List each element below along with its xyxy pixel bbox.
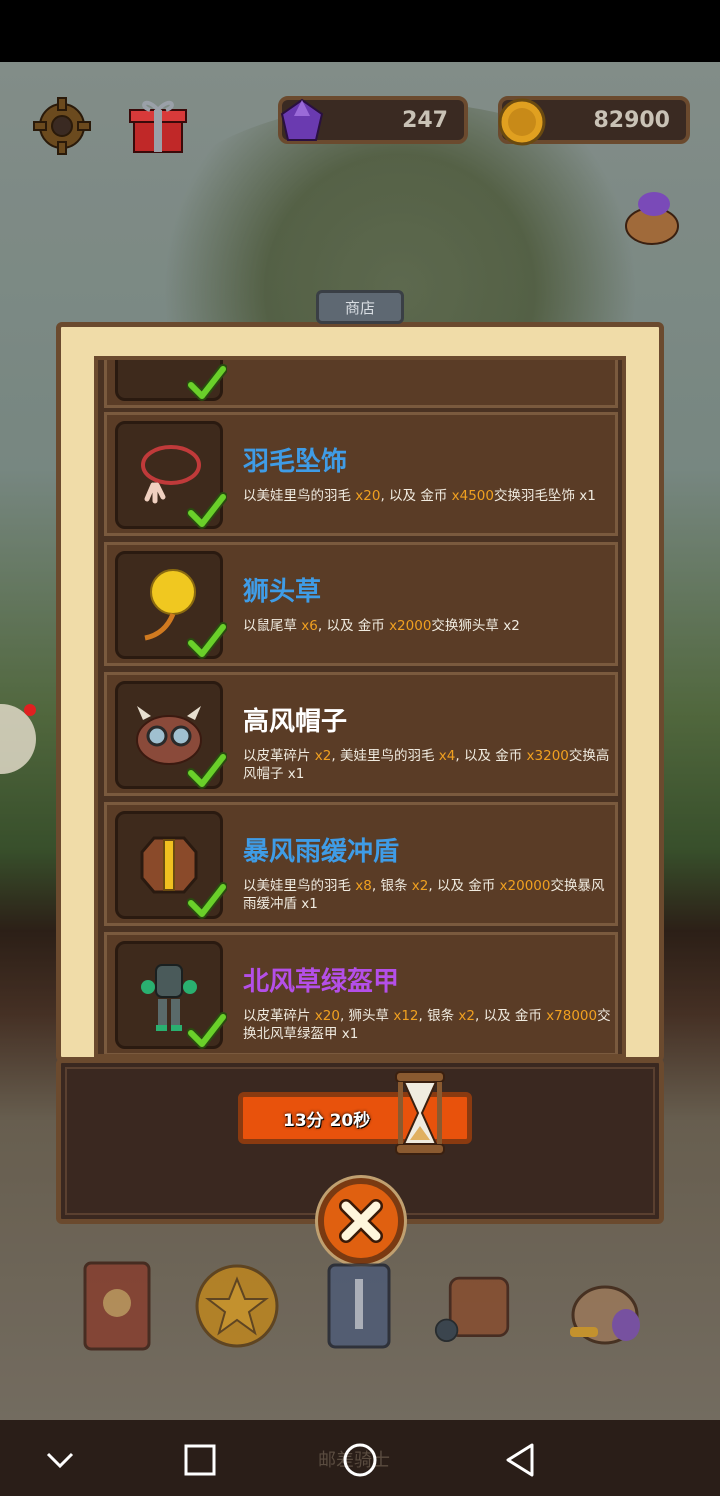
notification-dot	[24, 704, 36, 716]
status-bar	[0, 0, 720, 62]
list-item[interactable]	[104, 360, 618, 408]
close-icon	[339, 1199, 383, 1243]
loot-bag-icon[interactable]	[560, 1256, 650, 1356]
item-description: 以美娃里鸟的羽毛 x8, 银条 x2, 以及 金币 x20000交换暴风雨缓冲盾…	[243, 878, 605, 912]
item-name: 羽毛坠饰	[243, 447, 348, 477]
item-name: 暴风雨缓冲盾	[243, 837, 400, 867]
treasure-bag-icon[interactable]	[620, 184, 684, 248]
checkmark-icon	[187, 882, 227, 919]
list-item[interactable]: 高风帽子 以皮革碎片 x2, 美娃里鸟的羽毛 x4, 以及 金币 x3200交换…	[104, 672, 618, 796]
item-name: 北风草绿盔甲	[243, 967, 400, 997]
gem-icon	[280, 98, 324, 141]
gem-counter[interactable]: 247	[278, 96, 468, 144]
item-name: 高风帽子	[243, 707, 348, 737]
shop-item-list[interactable]: 羽毛坠饰 以美娃里鸟的羽毛 x20, 以及 金币 x4500交换羽毛坠饰 x1 …	[94, 356, 626, 1058]
gift-box-icon[interactable]	[126, 94, 190, 158]
list-item[interactable]: 狮头草 以鼠尾草 x6, 以及 金币 x2000交换狮头草 x2	[104, 542, 618, 666]
backpack-icon[interactable]	[434, 1256, 524, 1356]
list-item[interactable]: 北风草绿盔甲 以皮革碎片 x20, 狮头草 x12, 银条 x2, 以及 金币 …	[104, 932, 618, 1054]
checkmark-icon	[187, 622, 227, 659]
checkmark-icon	[187, 1012, 227, 1049]
checkmark-icon	[187, 752, 227, 789]
coin-count: 82900	[593, 107, 670, 133]
star-coin-icon[interactable]	[192, 1256, 282, 1356]
item-name: 狮头草	[243, 577, 322, 607]
coin-counter[interactable]: 82900	[498, 96, 690, 146]
card-deck-icon[interactable]	[314, 1256, 404, 1356]
item-description: 以鼠尾草 x6, 以及 金币 x2000交换狮头草 x2	[243, 618, 520, 634]
checkmark-icon	[187, 364, 227, 401]
item-description: 以皮革碎片 x20, 狮头草 x12, 银条 x2, 以及 金币 x78000交…	[243, 1008, 611, 1042]
chevron-down-icon[interactable]	[40, 1440, 80, 1480]
back-icon[interactable]	[500, 1440, 540, 1480]
home-icon[interactable]	[340, 1440, 380, 1480]
settings-gear-icon[interactable]	[30, 94, 94, 158]
hourglass-icon	[395, 1071, 445, 1155]
book-icon[interactable]	[72, 1256, 162, 1356]
gem-count: 247	[402, 107, 448, 133]
recent-apps-icon[interactable]	[180, 1440, 220, 1480]
close-button[interactable]	[318, 1178, 404, 1264]
list-item[interactable]: 羽毛坠饰 以美娃里鸟的羽毛 x20, 以及 金币 x4500交换羽毛坠饰 x1	[104, 412, 618, 536]
shop-tab: 商店	[316, 290, 404, 324]
checkmark-icon	[187, 492, 227, 529]
coin-icon	[498, 98, 546, 146]
item-description: 以美娃里鸟的羽毛 x20, 以及 金币 x4500交换羽毛坠饰 x1	[243, 488, 596, 504]
item-description: 以皮革碎片 x2, 美娃里鸟的羽毛 x4, 以及 金币 x3200交换高风帽子 …	[243, 748, 610, 782]
list-item[interactable]: 暴风雨缓冲盾 以美娃里鸟的羽毛 x8, 银条 x2, 以及 金币 x20000交…	[104, 802, 618, 926]
